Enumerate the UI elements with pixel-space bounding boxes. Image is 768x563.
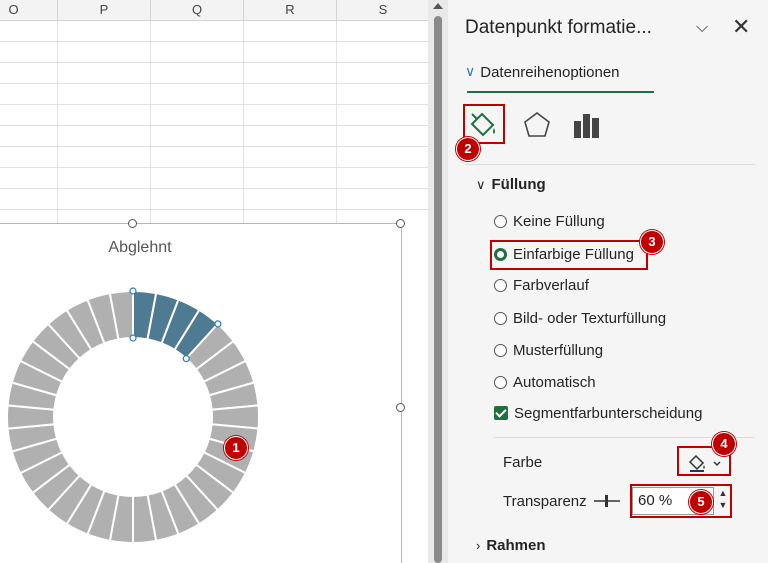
radio-button[interactable] (494, 215, 507, 228)
radio-button[interactable] (494, 344, 507, 357)
column-header-s[interactable]: S (337, 0, 428, 20)
separator (465, 164, 755, 165)
donut-chart[interactable] (0, 285, 300, 563)
spreadsheet-area: O P Q R S Abglehnt 1 (0, 0, 428, 563)
column-header-o[interactable]: O (0, 0, 58, 20)
selection-handle[interactable] (214, 320, 222, 328)
resize-handle-top-right[interactable] (396, 219, 405, 228)
fill-group-header[interactable]: ∨ Füllung (476, 176, 546, 193)
radio-gradient-fill[interactable]: Farbverlauf (494, 277, 589, 299)
callout-badge-3: 3 (640, 230, 664, 254)
callout-badge-5: 5 (689, 490, 713, 514)
tab-series-options[interactable]: ∨ Datenreihenoptionen (465, 63, 620, 81)
radio-no-fill[interactable]: Keine Füllung (494, 213, 605, 235)
close-icon[interactable]: ✕ (732, 14, 750, 40)
chevron-down-icon: ∨ (465, 63, 476, 79)
radio-label: Musterfüllung (513, 342, 604, 359)
chart-title[interactable]: Abglehnt (60, 239, 220, 257)
fill-group-label: Füllung (491, 176, 546, 193)
chevron-down-icon: ∨ (476, 177, 486, 192)
selection-handle[interactable] (182, 355, 190, 363)
callout-badge-4: 4 (712, 432, 736, 456)
radio-button[interactable] (494, 279, 507, 292)
column-header-bar: O P Q R S (0, 0, 428, 21)
radio-label: Keine Füllung (513, 213, 605, 230)
callout-box-5 (630, 484, 732, 518)
radio-label: Farbverlauf (513, 277, 589, 294)
checkbox-vary-colors[interactable]: Segmentfarbunterscheidung (494, 405, 702, 427)
callout-badge-2: 2 (456, 137, 480, 161)
tab-underline (467, 91, 654, 93)
callout-badge-1: 1 (224, 436, 248, 460)
bar-chart-icon (574, 114, 599, 138)
format-data-point-pane: Datenpunkt formatie... ⌵ ✕ ∨ Datenreiheno… (448, 0, 768, 563)
selection-handle[interactable] (129, 334, 137, 342)
radio-button[interactable] (494, 376, 507, 389)
column-header-p[interactable]: P (58, 0, 151, 20)
column-header-q[interactable]: Q (151, 0, 244, 20)
pane-options-chevron-icon[interactable]: ⌵ (696, 19, 708, 37)
radio-picture-fill[interactable]: Bild- oder Texturfüllung (494, 310, 666, 332)
radio-button[interactable] (494, 312, 507, 325)
radio-label: Automatisch (513, 374, 596, 391)
slider-icon[interactable] (594, 494, 620, 508)
pane-title: Datenpunkt formatie... (465, 17, 652, 38)
selection-handle[interactable] (129, 287, 137, 295)
checkbox-label: Segmentfarbunterscheidung (514, 405, 703, 422)
series-options-button[interactable] (568, 106, 606, 144)
pentagon-icon (524, 112, 550, 137)
resize-handle-right[interactable] (396, 403, 405, 412)
chevron-right-icon: › (476, 538, 481, 553)
radio-label: Bild- oder Texturfüllung (513, 310, 667, 327)
column-header-r[interactable]: R (244, 0, 337, 20)
scroll-up-icon[interactable] (433, 3, 443, 9)
callout-box-3 (490, 240, 648, 270)
resize-handle-top[interactable] (128, 219, 137, 228)
effects-button[interactable] (518, 106, 556, 144)
border-group-label: Rahmen (486, 537, 546, 554)
radio-pattern-fill[interactable]: Musterfüllung (494, 342, 603, 364)
color-label: Farbe (503, 454, 543, 471)
scroll-thumb[interactable] (434, 16, 442, 563)
transparency-label: Transparenz (503, 493, 587, 510)
border-group-header[interactable]: › Rahmen (476, 537, 546, 554)
checkbox-checked[interactable] (494, 406, 508, 420)
vertical-scrollbar[interactable] (428, 0, 448, 563)
tab-series-options-label: Datenreihenoptionen (480, 64, 620, 81)
radio-automatic-fill[interactable]: Automatisch (494, 374, 596, 396)
